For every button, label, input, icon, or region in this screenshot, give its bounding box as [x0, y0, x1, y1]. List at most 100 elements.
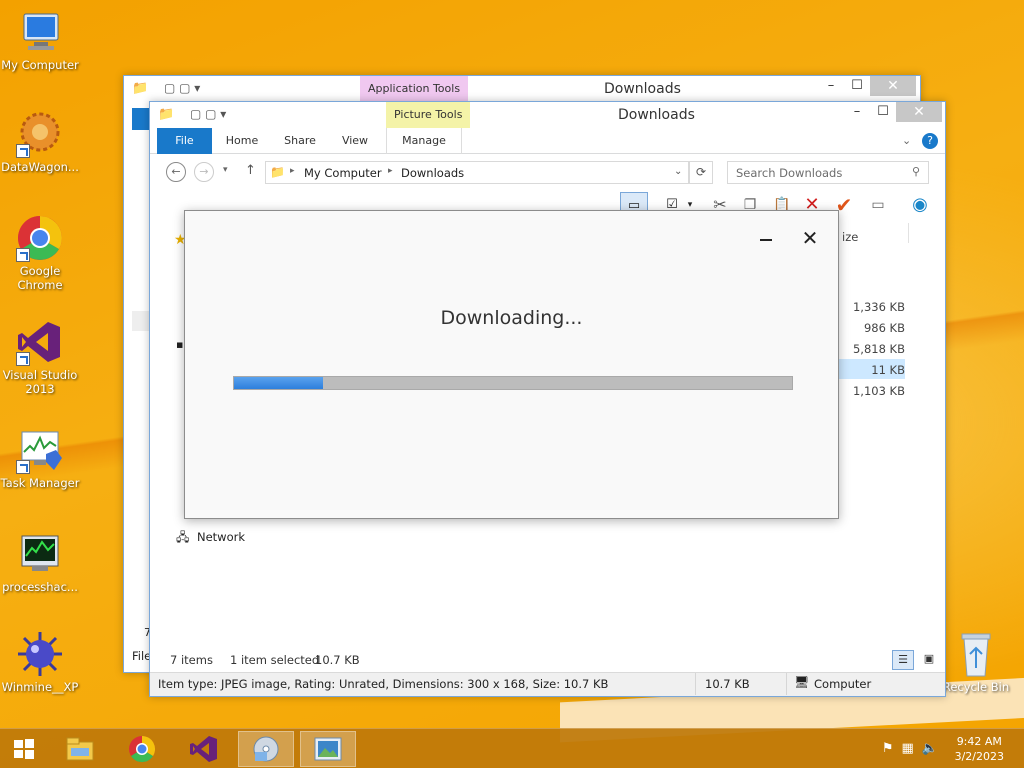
- taskbar: ⚑ ▦ 🔈 9:42 AM 3/2/2023: [0, 728, 1024, 768]
- close-button[interactable]: ✕: [896, 102, 942, 122]
- taskbar-chrome[interactable]: [114, 731, 170, 767]
- forward-button[interactable]: →: [194, 162, 214, 182]
- ribbon-tabs: File Home Share View Manage ⌄ ?: [150, 128, 945, 154]
- desktop-icon-winmine[interactable]: Winmine__XP: [0, 630, 80, 694]
- tab-share[interactable]: Share: [278, 128, 322, 154]
- desktop-icon-task-manager[interactable]: Task Manager: [0, 426, 80, 490]
- desktop-icon-label: Recycle Bin: [942, 680, 1010, 694]
- title-bar[interactable]: 📁 ▢ ▢ ▾ Application Tools Downloads – ☐ …: [124, 76, 920, 102]
- quick-access-toolbar[interactable]: ▢ ▢ ▾: [190, 107, 226, 121]
- desktop-icon-label: processhac...: [2, 580, 78, 594]
- title-bar[interactable]: 📁 ▢ ▢ ▾ Picture Tools Downloads – ☐ ✕: [150, 102, 945, 128]
- window-title: Downloads: [604, 81, 681, 97]
- shell-icon[interactable]: ◉: [906, 192, 934, 218]
- taskbar-file-explorer[interactable]: [52, 731, 108, 767]
- detail-size: 10.7 KB: [705, 677, 750, 691]
- shortcut-arrow-icon: [16, 460, 30, 474]
- ribbon-expand-icon[interactable]: ⌄: [902, 134, 911, 147]
- tab-view[interactable]: View: [335, 128, 375, 154]
- dialog-title: Downloading...: [440, 307, 583, 329]
- up-button[interactable]: ↑: [245, 163, 256, 178]
- picture-icon: [314, 737, 342, 761]
- desktop-icon-processhacker[interactable]: processhac...: [0, 530, 80, 594]
- volume-icon[interactable]: 🔈: [922, 741, 938, 756]
- network-icon: 🖧: [176, 530, 190, 544]
- close-button[interactable]: ✕: [870, 76, 916, 96]
- chrome-icon: [129, 735, 156, 763]
- shortcut-arrow-icon: [16, 352, 30, 366]
- status-item-count: 7 items: [170, 653, 213, 667]
- desktop-icon-my-computer[interactable]: My Computer: [0, 8, 80, 72]
- recycle-bin-icon: [952, 630, 1000, 678]
- nav-network[interactable]: Network: [197, 530, 245, 544]
- flag-icon[interactable]: ⚑: [882, 741, 894, 756]
- recent-locations-icon[interactable]: ▾: [223, 165, 228, 175]
- minimize-button[interactable]: –: [844, 102, 870, 122]
- tab-file[interactable]: File: [157, 128, 212, 154]
- desktop-icon-label: Google Chrome: [17, 264, 63, 292]
- desktop-icon-recycle-bin[interactable]: Recycle Bin: [936, 630, 1016, 694]
- taskbar-photos[interactable]: [300, 731, 356, 767]
- context-tab-picture-tools[interactable]: Picture Tools: [386, 102, 471, 128]
- folder-icon: 📁: [132, 81, 149, 96]
- start-button[interactable]: [0, 731, 48, 767]
- taskbar-disc-app[interactable]: [238, 731, 294, 767]
- details-view-icon[interactable]: ☰: [892, 650, 914, 670]
- column-divider: [908, 223, 909, 243]
- desktop-icon-google-chrome[interactable]: Google Chrome: [0, 214, 80, 292]
- clock-date: 3/2/2023: [954, 750, 1004, 763]
- back-button[interactable]: ←: [166, 162, 186, 182]
- address-bar[interactable]: 📁 ▸ My Computer ▸ Downloads ⌄: [265, 161, 689, 184]
- thumbnail-view-icon[interactable]: ▣: [918, 650, 940, 670]
- network-icon[interactable]: ▦: [902, 741, 914, 756]
- dialog-close-button[interactable]: ✕: [799, 227, 821, 249]
- details-bar: Item type: JPEG image, Rating: Unrated, …: [150, 672, 945, 696]
- folder-icon: 📁: [270, 165, 285, 179]
- visual-studio-icon: [190, 736, 217, 762]
- taskbar-visual-studio[interactable]: [176, 731, 232, 767]
- breadcrumb-downloads[interactable]: Downloads: [401, 166, 464, 180]
- desktop-icon-label: Task Manager: [0, 476, 80, 490]
- download-progress-bar: [233, 376, 793, 390]
- file-explorer-icon: [66, 737, 94, 761]
- computer-icon: [16, 8, 64, 56]
- windows-logo-icon: [14, 739, 34, 759]
- dialog-minimize-button[interactable]: [755, 229, 777, 249]
- computer-nav-icon: ▪: [176, 338, 184, 351]
- rename-icon[interactable]: ▭: [864, 192, 892, 218]
- download-progress-fill: [234, 377, 324, 389]
- divider: [786, 673, 787, 695]
- search-icon: ⚲: [911, 165, 920, 178]
- visual-studio-icon: [16, 318, 64, 366]
- help-icon[interactable]: ?: [922, 133, 938, 149]
- desktop-icon-label: Visual Studio 2013: [2, 368, 78, 396]
- desktop-icon-datawagon[interactable]: DataWagon...: [0, 110, 80, 174]
- tab-home[interactable]: Home: [220, 128, 264, 154]
- search-input[interactable]: Search Downloads ⚲: [727, 161, 929, 184]
- address-dropdown-icon[interactable]: ⌄: [674, 166, 682, 177]
- breadcrumb-separator-icon: ▸: [290, 166, 295, 176]
- status-selected: 1 item selected: [230, 653, 320, 667]
- computer-icon: 🖥: [794, 675, 810, 689]
- minimize-button[interactable]: –: [818, 76, 844, 96]
- detail-location: Computer: [814, 677, 872, 691]
- size-column-header[interactable]: ize: [842, 230, 858, 244]
- desktop-icon-visual-studio[interactable]: Visual Studio 2013: [0, 318, 80, 396]
- tab-manage[interactable]: Manage: [386, 128, 462, 154]
- quick-access-toolbar[interactable]: ▢ ▢ ▾: [164, 81, 200, 95]
- folder-icon: 📁: [158, 107, 175, 122]
- clock-time: 9:42 AM: [956, 735, 1002, 748]
- maximize-button[interactable]: ☐: [844, 76, 870, 96]
- breadcrumb-my-computer[interactable]: My Computer: [304, 166, 382, 180]
- refresh-icon[interactable]: ⟳: [689, 161, 713, 184]
- download-dialog[interactable]: ✕ Downloading...: [184, 210, 839, 519]
- context-tab-application-tools[interactable]: Application Tools: [360, 76, 469, 102]
- clock[interactable]: 9:42 AM 3/2/2023: [955, 734, 1004, 764]
- maximize-button[interactable]: ☐: [870, 102, 896, 122]
- shortcut-arrow-icon: [16, 248, 30, 262]
- shortcut-arrow-icon: [16, 144, 30, 158]
- search-placeholder: Search Downloads: [736, 166, 843, 180]
- breadcrumb-separator-icon: ▸: [388, 166, 393, 176]
- status-selected-size: 10.7 KB: [315, 653, 360, 667]
- mine-icon: [16, 630, 64, 678]
